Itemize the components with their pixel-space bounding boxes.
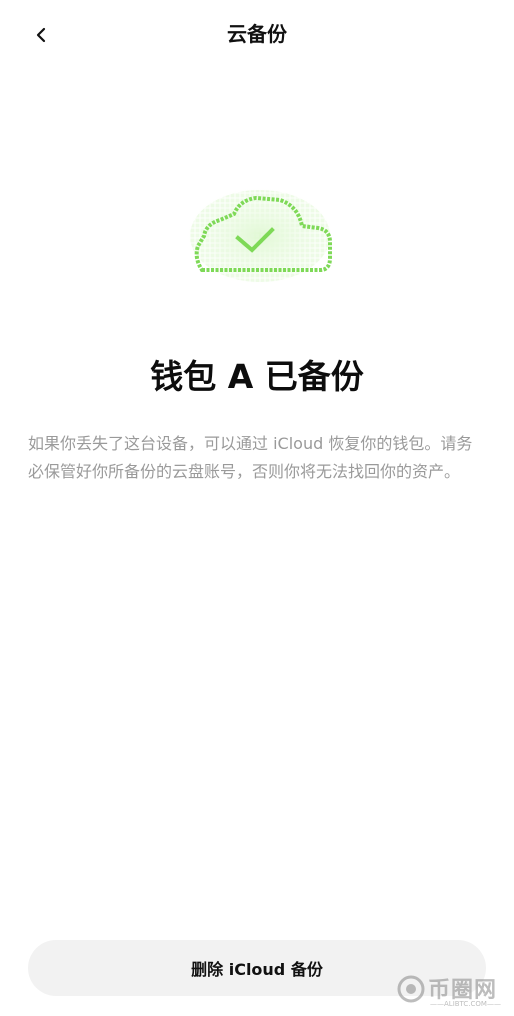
page-title: 云备份 [227,22,287,46]
backup-description: 如果你丢失了这台设备，可以通过 iCloud 恢复你的钱包。请务必保管好你所备份… [28,434,473,481]
brand-logo-icon [397,975,425,1003]
cloud-backup-screen: 云备份 钱包 A 已备份 如果你丢失了这台设备，可以通过 iCloud 恢复你的… [0,0,514,1016]
header: 云备份 [0,0,514,68]
watermark: 币圈网 ——ALIBTC.COM—— [396,970,508,1012]
backup-status-title: 钱包 A 已备份 [150,357,364,396]
watermark-url: ——ALIBTC.COM—— [430,1000,501,1008]
cloud-check-icon [180,178,340,288]
